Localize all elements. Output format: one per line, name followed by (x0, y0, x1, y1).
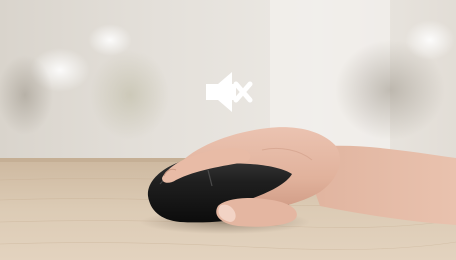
background-light-right (405, 20, 455, 60)
photo-scene (0, 0, 456, 260)
photo-canvas (0, 0, 456, 260)
background-plant (90, 50, 170, 140)
